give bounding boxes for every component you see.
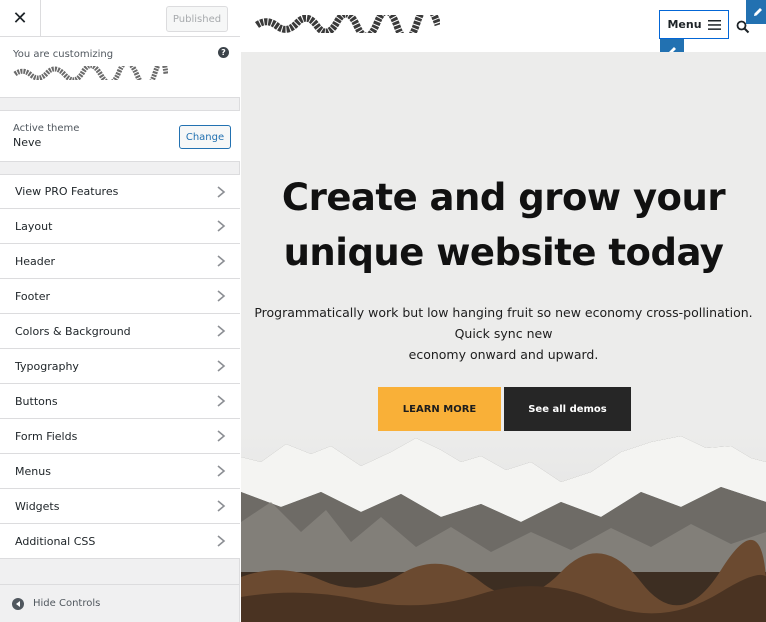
active-theme-section: Active theme Neve Change	[0, 110, 240, 162]
active-theme-name: Neve	[13, 136, 42, 149]
panel-menus[interactable]: Menus	[0, 454, 240, 489]
chevron-right-icon	[217, 430, 226, 442]
panel-label: Header	[15, 254, 56, 268]
hero-title: Create and grow your unique website toda…	[281, 176, 726, 274]
panel-label: Footer	[15, 289, 50, 303]
chevron-right-icon	[217, 500, 226, 512]
panel-layout[interactable]: Layout	[0, 209, 240, 244]
collapse-arrow-icon	[12, 597, 24, 610]
see-all-demos-button[interactable]: See all demos	[504, 387, 631, 431]
panel-header[interactable]: Header	[0, 244, 240, 279]
panel-label: Form Fields	[15, 429, 78, 443]
customizer-topbar: ✕ Published	[0, 0, 240, 37]
panel-label: View PRO Features	[15, 185, 119, 198]
panel-footer[interactable]: Footer	[0, 279, 240, 314]
chevron-right-icon	[217, 290, 226, 302]
site-logo-redacted[interactable]	[255, 15, 440, 33]
site-header: Menu	[241, 0, 766, 63]
panel-additional-css[interactable]: Additional CSS	[0, 524, 240, 559]
learn-more-button[interactable]: LEARN MORE	[378, 387, 501, 431]
chevron-right-icon	[217, 360, 226, 372]
panel-buttons[interactable]: Buttons	[0, 384, 240, 419]
customizing-label: You are customizing	[13, 49, 114, 60]
panel-label: Menus	[15, 464, 51, 478]
edit-shortcut-search-icon[interactable]	[746, 0, 766, 24]
customizing-info: You are customizing ?	[0, 37, 240, 98]
menu-toggle-label: Menu	[667, 18, 702, 31]
active-theme-label: Active theme	[13, 123, 80, 134]
hamburger-icon	[707, 19, 721, 30]
hide-controls-button[interactable]: Hide Controls	[0, 584, 240, 622]
close-customizer-button[interactable]: ✕	[0, 0, 41, 36]
change-theme-button[interactable]: Change	[179, 125, 231, 149]
customizer-sidebar: ✕ Published You are customizing ? Active…	[0, 0, 240, 622]
site-name-redacted	[13, 66, 168, 80]
panel-view-pro-features[interactable]: View PRO Features	[0, 174, 240, 209]
panel-label: Typography	[15, 359, 79, 373]
hero-text-line: economy onward and upward.	[408, 347, 599, 362]
chevron-right-icon	[217, 535, 226, 547]
chevron-right-icon	[217, 465, 226, 477]
hero-text-line: Programmatically work but low hanging fr…	[254, 305, 753, 341]
panel-form-fields[interactable]: Form Fields	[0, 419, 240, 454]
mountains-image	[241, 432, 766, 622]
panel-typography[interactable]: Typography	[0, 349, 240, 384]
chevron-right-icon	[217, 255, 226, 267]
panel-widgets[interactable]: Widgets	[0, 489, 240, 524]
hero-section: Create and grow your unique website toda…	[241, 52, 766, 622]
panel-label: Additional CSS	[15, 534, 96, 548]
panel-label: Buttons	[15, 394, 58, 408]
customizer-panel-list: View PRO Features Layout Header Footer C…	[0, 174, 240, 559]
chevron-right-icon	[217, 325, 226, 337]
panel-colors-background[interactable]: Colors & Background	[0, 314, 240, 349]
close-icon: ✕	[12, 7, 28, 29]
published-button[interactable]: Published	[166, 6, 228, 32]
site-preview: Menu Create and grow your unique website…	[241, 0, 766, 622]
chevron-right-icon	[217, 395, 226, 407]
panel-label: Layout	[15, 219, 53, 233]
hero-description: Programmatically work but low hanging fr…	[241, 302, 766, 365]
help-icon[interactable]: ?	[218, 47, 229, 58]
menu-toggle-button[interactable]: Menu	[659, 10, 729, 39]
panel-label: Colors & Background	[15, 324, 131, 338]
hide-controls-label: Hide Controls	[33, 598, 101, 609]
panel-label: Widgets	[15, 499, 60, 513]
chevron-right-icon	[217, 220, 226, 232]
chevron-right-icon	[217, 186, 226, 198]
